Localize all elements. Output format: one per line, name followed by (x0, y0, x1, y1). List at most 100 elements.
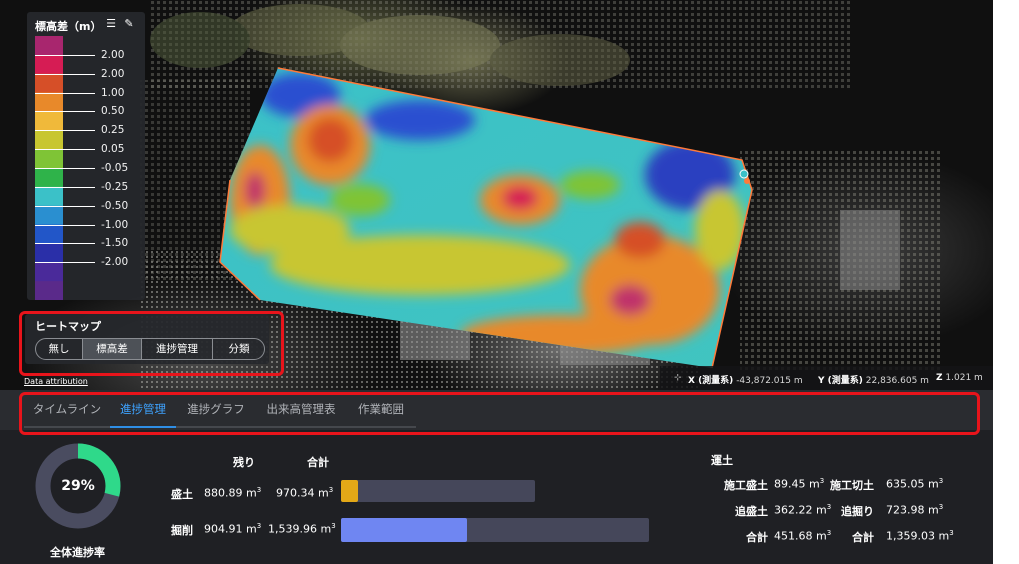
fill-progress-bar (341, 480, 535, 502)
earthwork-value: 635.05 m (886, 477, 939, 491)
heatmap-option-progress[interactable]: 進捗管理 (142, 339, 213, 359)
coord-x-label: X (測量系) (688, 376, 734, 386)
legend-row: -1.50 (35, 236, 140, 250)
excavation-total: 1,539.96 m (268, 522, 332, 536)
legend-tick (35, 130, 95, 132)
overall-progress-donut: 29% (34, 442, 122, 530)
legend-tick (35, 111, 95, 113)
legend-value: 1.00 (101, 86, 125, 99)
legend-tick (35, 186, 95, 188)
excavation-progress-fill (341, 518, 468, 542)
heatmap-title: ヒートマップ (35, 320, 101, 333)
legend-row: 0.50 (35, 104, 140, 118)
earthwork-title: 運土 (711, 454, 733, 467)
legend-row: -0.05 (35, 161, 140, 175)
legend-row: -1.00 (35, 218, 140, 232)
legend-value: 0.05 (101, 143, 125, 156)
excavation-progress-bar (341, 518, 649, 542)
legend-swatch (35, 281, 63, 300)
legend-tick (35, 168, 95, 169)
legend-value: 0.25 (101, 124, 125, 137)
tab-volume-table[interactable]: 出来高管理表 (256, 396, 346, 428)
list-icon[interactable]: ☰ (105, 18, 117, 30)
earthwork-label: 施工切土 (830, 479, 874, 492)
legend-row: -2.00 (35, 255, 140, 269)
heatmap-option-elevation[interactable]: 標高差 (83, 339, 142, 359)
excavation-row-label: 掘削 (171, 524, 193, 537)
earthwork-cell: 合計 (698, 529, 768, 545)
edit-pencil-icon[interactable]: ✎ (123, 18, 135, 30)
fill-row-label: 盛土 (171, 488, 193, 501)
legend-tick (35, 149, 95, 151)
legend-title: 標高差（m） (35, 20, 102, 33)
tab-bar: タイムライン 進捗管理 進捗グラフ 出来高管理表 作業範囲 (0, 390, 993, 430)
heatmap-mode-selector: 無し 標高差 進捗管理 分類 (35, 338, 265, 360)
fill-total: 970.34 m (276, 486, 329, 500)
fill-remaining: 880.89 m (204, 486, 257, 500)
coord-y-value: 22,836.605 m (865, 376, 929, 386)
legend-value: -1.50 (101, 237, 129, 250)
legend-row: 0.25 (35, 123, 140, 137)
earthwork-cell: 施工切土 (804, 477, 874, 493)
earthwork-cell: 施工盛土 (698, 477, 768, 493)
coord-z-value: 1.021 m (945, 373, 983, 383)
legend-tick (35, 73, 95, 75)
earthwork-label: 追掘り (841, 505, 874, 518)
earthwork-label: 施工盛土 (724, 479, 768, 492)
legend-tick (35, 205, 95, 207)
heatmap-option-classification[interactable]: 分類 (213, 339, 264, 359)
earthwork-cell: 追掘り (804, 503, 874, 519)
legend-row: 1.00 (35, 86, 140, 100)
elevation-legend: 標高差（m） ☰ ✎ 2.00 2.00 1.00 0.50 0.25 0.05 -0.05… (27, 12, 145, 300)
overall-progress-percent: 29% (61, 478, 95, 494)
legend-value: -0.25 (101, 180, 129, 193)
legend-row: 2.00 (35, 67, 140, 81)
earthwork-cell: 635.05 m3 (886, 477, 944, 491)
data-attribution-link[interactable]: Data attribution (24, 377, 88, 386)
legend-row: -0.50 (35, 199, 140, 213)
legend-value: 2.00 (101, 48, 125, 61)
legend-tick (35, 262, 95, 264)
coordinate-readout: ⊹ X (測量系) -43,872.015 m Y (測量系) 22,836.6… (660, 366, 993, 390)
legend-value: -1.00 (101, 218, 129, 231)
app-window: 標高差（m） ☰ ✎ 2.00 2.00 1.00 0.50 0.25 0.05 -0.05… (0, 0, 993, 564)
tab-progress-graph[interactable]: 進捗グラフ (176, 396, 256, 428)
coord-z-label: Z (936, 373, 943, 383)
earthwork-cell: 1,359.03 m3 (886, 529, 954, 543)
progress-panel: 29% 全体進捗率 残り 合計 盛土 880.89 m3 970.34 m3 掘… (0, 432, 993, 564)
heatmap-option-none[interactable]: 無し (36, 339, 83, 359)
coord-x-value: -43,872.015 m (736, 376, 803, 386)
tab-timeline[interactable]: タイムライン (24, 396, 110, 428)
earthwork-label: 追盛土 (735, 505, 768, 518)
coord-y-label: Y (測量系) (818, 376, 863, 386)
overall-progress-label: 全体進捗率 (50, 546, 105, 559)
tab-work-area[interactable]: 作業範囲 (346, 396, 416, 428)
legend-tick (35, 224, 95, 226)
col-total-header: 合計 (307, 456, 329, 469)
col-remaining-header: 残り (233, 456, 255, 469)
legend-row: -0.25 (35, 180, 140, 194)
earthwork-cell: 723.98 m3 (886, 503, 944, 517)
excavation-remaining: 904.91 m (204, 522, 257, 536)
legend-value: -0.50 (101, 199, 129, 212)
earthwork-value: 723.98 m (886, 503, 939, 517)
fill-progress-fill (341, 480, 359, 502)
legend-row: 2.00 (35, 48, 140, 62)
legend-tick (35, 54, 95, 56)
crosshair-icon: ⊹ (674, 373, 682, 383)
earthwork-label: 合計 (746, 531, 768, 544)
earthwork-value: 1,359.03 m (886, 529, 950, 543)
earthwork-cell: 合計 (804, 529, 874, 545)
legend-value: -0.05 (101, 162, 129, 174)
legend-value: -2.00 (101, 256, 129, 269)
legend-value: 2.00 (101, 67, 125, 80)
tab-progress-management[interactable]: 進捗管理 (110, 396, 176, 428)
earthwork-cell: 追盛土 (698, 503, 768, 519)
legend-row: 0.05 (35, 142, 140, 156)
legend-value: 0.50 (101, 105, 125, 118)
point-cloud-viewport[interactable]: 標高差（m） ☰ ✎ 2.00 2.00 1.00 0.50 0.25 0.05 -0.05… (0, 0, 993, 390)
heatmap-panel: ヒートマップ 無し 標高差 進捗管理 分類 (25, 314, 269, 364)
earthwork-label: 合計 (852, 531, 874, 544)
legend-tick (35, 243, 95, 245)
legend-tick (35, 92, 95, 94)
